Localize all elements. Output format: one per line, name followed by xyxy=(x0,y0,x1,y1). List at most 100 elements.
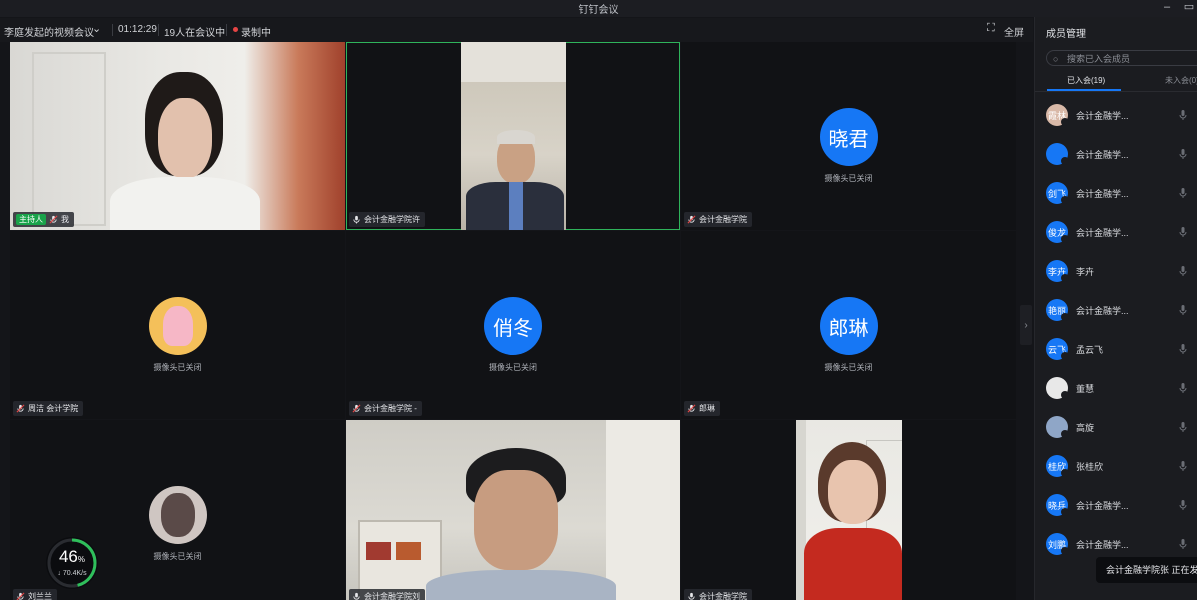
collapse-panel-button[interactable]: › xyxy=(1020,305,1032,345)
mic-muted-icon[interactable] xyxy=(1178,538,1188,550)
mic-muted-icon[interactable] xyxy=(1178,499,1188,511)
participant-name: 刘兰兰 xyxy=(28,592,52,600)
member-list-item[interactable]: 会计金融学... xyxy=(1046,142,1196,168)
fullscreen-icon[interactable]: ⛶ xyxy=(987,22,995,35)
member-mic-badge xyxy=(1061,235,1069,243)
member-mic-badge xyxy=(1061,352,1069,360)
participant-name: 会计金融学院 xyxy=(699,592,747,600)
mic-muted-icon[interactable] xyxy=(1178,343,1188,355)
participant-label: 周洁 会计学院 xyxy=(13,401,84,416)
mic-muted-icon xyxy=(16,592,25,600)
participant-name: 周洁 会计学院 xyxy=(28,404,79,413)
member-mic-badge xyxy=(1061,391,1069,399)
mic-icon xyxy=(353,592,360,600)
member-name: 董慧 xyxy=(1076,384,1095,394)
camera-off-status: 摄像头已关闭 xyxy=(824,174,873,183)
member-list-item[interactable]: 俊龙 会计金融学... xyxy=(1046,220,1196,246)
participant-name: 郎琳 xyxy=(699,404,715,413)
meeting-topbar: 李庭发起的视频会议 ⌄ 01:12:29 19人在会议中 录制中 ⛶ 全屏 xyxy=(0,18,1033,42)
search-icon: ○ xyxy=(1053,54,1059,64)
window-titlebar: 钉钉会议 – ▭ xyxy=(0,0,1197,17)
member-list-item[interactable]: 刘鹏 会计金融学... xyxy=(1046,532,1196,558)
video-tile[interactable]: 晓君 摄像头已关闭 会计金融学院 xyxy=(681,42,1016,230)
member-name: 会计金融学... xyxy=(1076,111,1129,121)
participant-label: 主持人 我 xyxy=(13,212,74,227)
chevron-down-icon[interactable]: ⌄ xyxy=(92,22,101,35)
participant-video xyxy=(10,42,345,230)
video-tile[interactable]: 摄像头已关闭 周洁 会计学院 xyxy=(10,231,345,419)
meeting-duration: 01:12:29 xyxy=(118,24,157,35)
member-mic-badge xyxy=(1061,469,1069,477)
fullscreen-button[interactable]: 全屏 xyxy=(1004,24,1024,39)
member-name: 会计金融学... xyxy=(1076,306,1129,316)
member-name: 会计金融学... xyxy=(1076,228,1129,238)
video-tile[interactable]: 会计金融学院刘 xyxy=(346,420,680,600)
member-mic-badge xyxy=(1061,118,1069,126)
member-list-item[interactable]: 艳丽 会计金融学... xyxy=(1046,298,1196,324)
mic-muted-icon[interactable] xyxy=(1178,304,1188,316)
member-name: 会计金融学... xyxy=(1076,540,1129,550)
participant-label: 会计金融学院 - xyxy=(349,401,422,416)
tab-not-joined[interactable]: 未入会(0) xyxy=(1165,75,1197,86)
speaking-toast: 会计金融学院张 正在发言 xyxy=(1096,557,1197,583)
mic-muted-icon[interactable] xyxy=(1178,421,1188,433)
member-list-item[interactable]: 高旋 xyxy=(1046,415,1196,441)
tab-joined[interactable]: 已入会(19) xyxy=(1067,75,1105,86)
participant-name: 会计金融学院刘 xyxy=(364,592,420,600)
participant-label: 郎琳 xyxy=(684,401,720,416)
host-badge: 主持人 xyxy=(16,214,46,225)
mic-muted-icon[interactable] xyxy=(1178,265,1188,277)
member-list-item[interactable]: 李卉 李卉 xyxy=(1046,259,1196,285)
member-list-item[interactable]: 董慧 xyxy=(1046,376,1196,402)
member-name: 张桂欣 xyxy=(1076,462,1104,472)
restore-icon[interactable]: ▭ xyxy=(1180,0,1197,16)
member-mic-badge xyxy=(1061,274,1069,282)
member-mic-badge xyxy=(1061,196,1069,204)
member-mic-badge xyxy=(1061,313,1069,321)
video-tile[interactable]: 会计金融学院 xyxy=(681,420,1016,600)
mic-muted-icon[interactable] xyxy=(1178,226,1188,238)
mic-muted-icon[interactable] xyxy=(1178,109,1188,121)
participant-video xyxy=(346,420,680,600)
member-list-item[interactable]: 云飞 孟云飞 xyxy=(1046,337,1196,363)
video-tile-active-speaker[interactable]: 会计金融学院许 xyxy=(346,42,680,230)
network-quality-indicator[interactable]: 46% ↓ 70.4K/s xyxy=(46,537,98,589)
mic-muted-icon xyxy=(49,215,58,224)
panel-title: 成员管理 xyxy=(1046,29,1086,40)
minimize-icon[interactable]: – xyxy=(1158,0,1176,16)
member-list-item[interactable]: 剑飞 会计金融学... xyxy=(1046,181,1196,207)
mic-muted-icon xyxy=(352,404,361,413)
mic-muted-icon[interactable] xyxy=(1178,187,1188,199)
mic-muted-icon xyxy=(687,404,696,413)
participant-name: 会计金融学院 xyxy=(699,215,747,224)
camera-off-status: 摄像头已关闭 xyxy=(153,363,202,372)
participant-label: 会计金融学院 xyxy=(684,212,752,227)
member-name: 李卉 xyxy=(1076,267,1095,277)
video-tile[interactable]: 郎琳 摄像头已关闭 郎琳 xyxy=(681,231,1016,419)
member-list-item[interactable]: 晓兵 会计金融学... xyxy=(1046,493,1196,519)
video-tile-self[interactable]: 主持人 我 xyxy=(10,42,345,230)
recording-dot-icon xyxy=(233,27,238,32)
mic-muted-icon xyxy=(16,404,25,413)
member-name: 会计金融学... xyxy=(1076,189,1129,199)
member-list-item[interactable]: 桂欣 张桂欣 xyxy=(1046,454,1196,480)
mic-muted-icon[interactable] xyxy=(1178,382,1188,394)
member-list-item[interactable]: 霞林 会计金融学... xyxy=(1046,103,1196,129)
member-name: 高旋 xyxy=(1076,423,1095,433)
meeting-name[interactable]: 李庭发起的视频会议 xyxy=(4,24,94,39)
video-tile[interactable]: 俏冬 摄像头已关闭 会计金融学院 - xyxy=(346,231,680,419)
participant-video xyxy=(461,42,566,230)
video-grid: 主持人 我 会计金融学院许 晓君 摄像头已关闭 会计金融学院 摄像头已关闭 周洁… xyxy=(10,42,1016,600)
camera-off-status: 摄像头已关闭 xyxy=(824,363,873,372)
mic-muted-icon[interactable] xyxy=(1178,460,1188,472)
mic-muted-icon[interactable] xyxy=(1178,148,1188,160)
member-search-input[interactable]: ○ 搜索已入会成员 xyxy=(1046,50,1197,66)
search-placeholder: 搜索已入会成员 xyxy=(1067,54,1131,64)
recording-status[interactable]: 录制中 xyxy=(241,24,271,39)
participant-label: 会计金融学院 xyxy=(684,589,752,600)
participant-avatar: 晓君 xyxy=(819,108,878,166)
participant-count[interactable]: 19人在会议中 xyxy=(164,24,225,39)
participant-label: 会计金融学院刘 xyxy=(349,589,425,600)
participant-avatar xyxy=(148,486,207,544)
member-mic-badge xyxy=(1061,508,1069,516)
